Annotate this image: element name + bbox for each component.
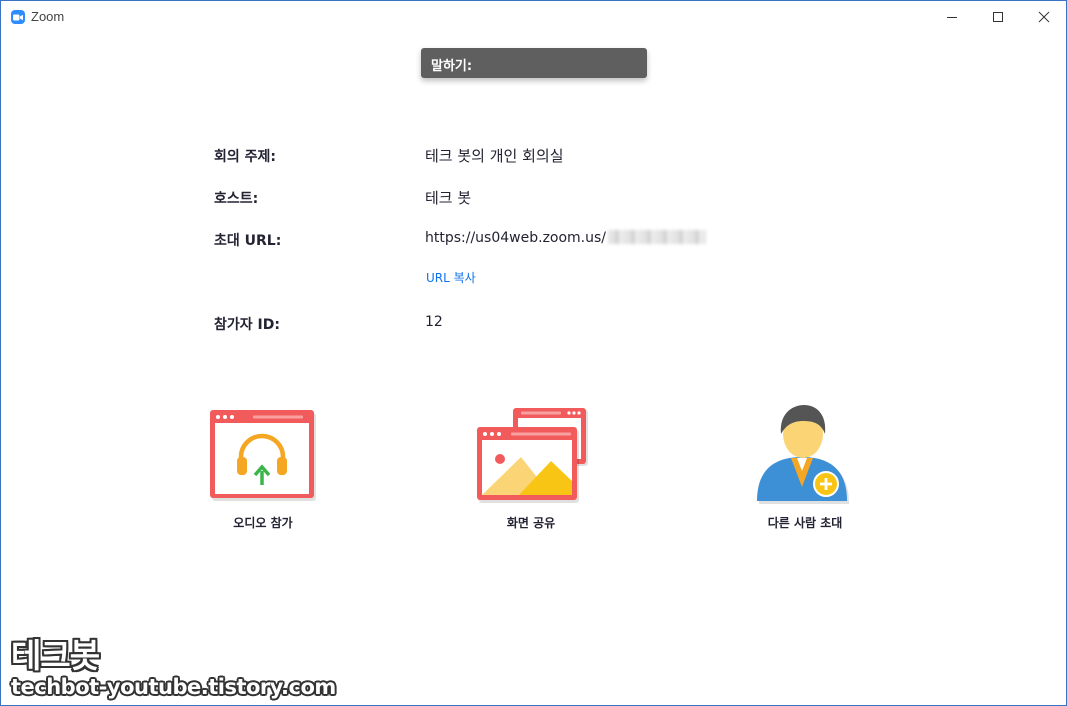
share-screen-button[interactable]: 화면 공유 [441,401,621,541]
zoom-logo-icon [11,10,25,24]
zoom-window: Zoom 말하기: 회의 주제: 테크 봇의 개인 회의실 호스트: 테크 봇 … [0,0,1067,706]
participant-id-label: 참가자 ID: [214,317,280,333]
invite-others-button[interactable]: 다른 사람 초대 [715,401,895,541]
invite-url-text: https://us04web.zoom.us/ [425,230,607,246]
join-audio-label: 오디오 참가 [233,516,293,530]
join-audio-button[interactable]: 오디오 참가 [173,401,353,541]
close-icon[interactable] [1021,1,1067,32]
invite-url-value: https://us04web.zoom.us/ [425,230,707,246]
topic-label: 회의 주제: [214,149,276,165]
add-person-icon [757,405,849,504]
url-redacted-blur [608,230,707,244]
window-title: Zoom [31,9,65,24]
screen-share-icon [477,408,588,503]
title-bar[interactable]: Zoom [1,1,1066,32]
copy-url-link[interactable]: URL 복사 [426,269,476,286]
talking-label: 말하기: [431,59,473,74]
headphone-window-icon [210,410,316,501]
share-screen-label: 화면 공유 [506,516,556,530]
watermark-brand: 테크봇 [11,636,100,675]
topic-value: 테크 봇의 개인 회의실 [425,147,564,165]
participant-id-value: 12 [425,314,443,330]
talking-indicator: 말하기: [421,48,647,78]
invite-url-label: 초대 URL: [214,233,282,249]
minimize-icon[interactable] [929,1,975,32]
invite-others-label: 다른 사람 초대 [767,516,843,530]
host-label: 호스트: [214,191,259,207]
watermark-site: techbot-youtube.tistory.com [11,675,336,699]
maximize-icon[interactable] [975,1,1021,32]
host-value: 테크 봇 [425,189,472,207]
